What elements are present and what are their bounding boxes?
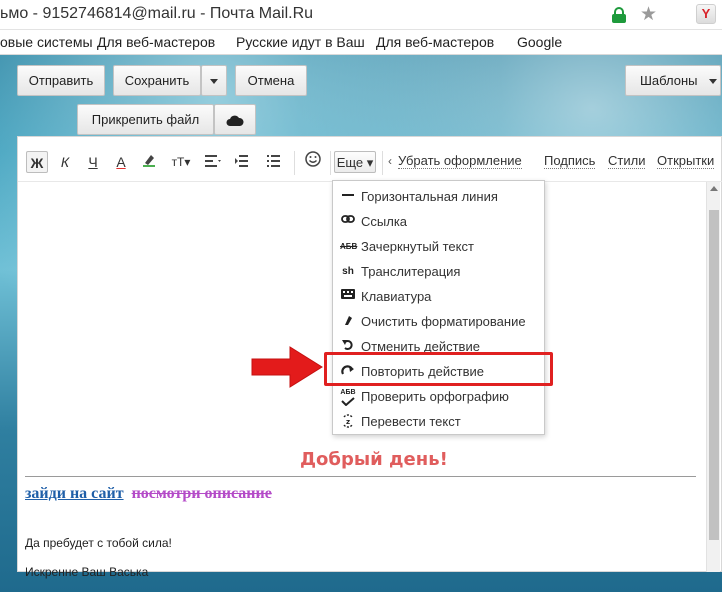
eraser-icon [340, 314, 356, 330]
site-link[interactable]: зайди на сайт [25, 485, 124, 502]
bookmarks-bar: овые системы Для веб-мастеров Русские ид… [0, 30, 722, 55]
bookmark-search-systems[interactable]: овые системы [0, 34, 93, 50]
underline-button[interactable]: Ч [82, 151, 104, 173]
bold-button[interactable]: Ж [26, 151, 48, 173]
menu-item-spellcheck[interactable]: АБВ Проверить орфографию [333, 384, 544, 409]
highlight-color-button[interactable] [138, 151, 160, 173]
indent-button[interactable] [230, 151, 256, 173]
more-dropdown-menu: Горизонтальная линия Ссылка АБВ Зачеркну… [332, 180, 545, 435]
browser-titlebar: ьмо - 9152746814@mail.ru - Почта Mail.Ru… [0, 0, 722, 30]
yandex-extension-icon[interactable]: Y [696, 4, 716, 24]
transliteration-icon: sh [342, 266, 354, 277]
horizontal-line-icon [340, 189, 356, 205]
chevron-left-icon: ‹ [388, 154, 392, 168]
templates-button[interactable]: Шаблоны [625, 65, 721, 96]
format-toolbar: Ж К Ч А тТ▾ Еще ▾ ‹ Убрать оформление По… [18, 137, 722, 182]
templates-label: Шаблоны [640, 73, 698, 88]
styles-link[interactable]: Стили [608, 154, 646, 169]
link-icon [340, 214, 356, 230]
toolbar-divider [294, 151, 295, 175]
font-color-button[interactable]: А [110, 151, 132, 173]
scrollbar-thumb[interactable] [709, 210, 719, 540]
indent-icon [235, 155, 248, 167]
italic-button[interactable]: К [54, 151, 76, 173]
chevron-down-icon [709, 79, 718, 85]
menu-item-horizontal-line[interactable]: Горизонтальная линия [333, 184, 544, 209]
menu-item-strikethrough[interactable]: АБВ Зачеркнутый текст [333, 234, 544, 259]
bookmark-webmasters-2[interactable]: Для веб-мастеров [376, 34, 494, 50]
more-button[interactable]: Еще ▾ [334, 151, 376, 173]
red-arrow-annotation [251, 346, 323, 388]
translate-icon: z [340, 414, 356, 430]
align-left-icon [205, 155, 221, 167]
send-button[interactable]: Отправить [17, 65, 105, 96]
svg-text:z: z [346, 418, 350, 426]
cloud-attach-button[interactable] [214, 104, 256, 135]
message-line: Да пребудет с тобой сила! [25, 536, 172, 550]
smiley-icon [305, 151, 321, 167]
cancel-button[interactable]: Отмена [235, 65, 307, 96]
menu-item-clear-format[interactable]: Очистить форматирование [333, 309, 544, 334]
list-icon [267, 155, 280, 167]
window-title: ьмо - 9152746814@mail.ru - Почта Mail.Ru [0, 5, 314, 22]
menu-item-translate[interactable]: z Перевести текст [333, 409, 544, 434]
attach-file-button[interactable]: Прикрепить файл [77, 104, 214, 135]
cloud-icon [226, 115, 244, 126]
bookmark-star-icon[interactable]: ★ [640, 3, 657, 26]
toolbar-divider [382, 151, 383, 175]
align-button[interactable] [200, 151, 226, 173]
signature-link[interactable]: Подпись [544, 154, 596, 169]
keyboard-icon [340, 289, 356, 305]
list-button[interactable] [262, 151, 288, 173]
cards-link[interactable]: Открытки [657, 154, 715, 169]
highlight-frame [324, 352, 553, 386]
bookmark-google[interactable]: Google [517, 34, 562, 50]
horizontal-rule [25, 476, 696, 477]
chevron-down-icon [210, 79, 218, 85]
toolbar-divider [330, 151, 331, 175]
spellcheck-icon: АБВ [340, 389, 356, 407]
save-dropdown-button[interactable] [201, 65, 227, 96]
remove-format-link[interactable]: Убрать оформление [398, 154, 522, 169]
message-signature-line: Искренне Ваш Васька [25, 565, 149, 579]
font-size-label: тТ [171, 155, 185, 169]
bookmark-webmasters-1[interactable]: Для веб-мастеров [97, 34, 215, 50]
menu-item-keyboard[interactable]: Клавиатура [333, 284, 544, 309]
scroll-up-icon[interactable] [710, 186, 718, 191]
marker-icon [143, 155, 155, 167]
strikethrough-icon: АБВ [340, 242, 358, 251]
menu-item-transliteration[interactable]: sh Транслитерация [333, 259, 544, 284]
greeting-text: Добрый день! [300, 449, 448, 470]
bookmark-russians[interactable]: Русские идут в Ваш [236, 34, 365, 50]
message-links-line: зайди на сайт посмотри описание [25, 485, 272, 503]
menu-item-link[interactable]: Ссылка [333, 209, 544, 234]
description-link[interactable]: посмотри описание [132, 485, 272, 502]
save-button[interactable]: Сохранить [113, 65, 201, 96]
lock-icon [612, 7, 626, 23]
more-label: Еще [336, 155, 364, 170]
font-size-button[interactable]: тТ▾ [168, 151, 194, 173]
editor-scrollbar[interactable] [706, 182, 720, 572]
emoji-button[interactable] [299, 151, 327, 173]
